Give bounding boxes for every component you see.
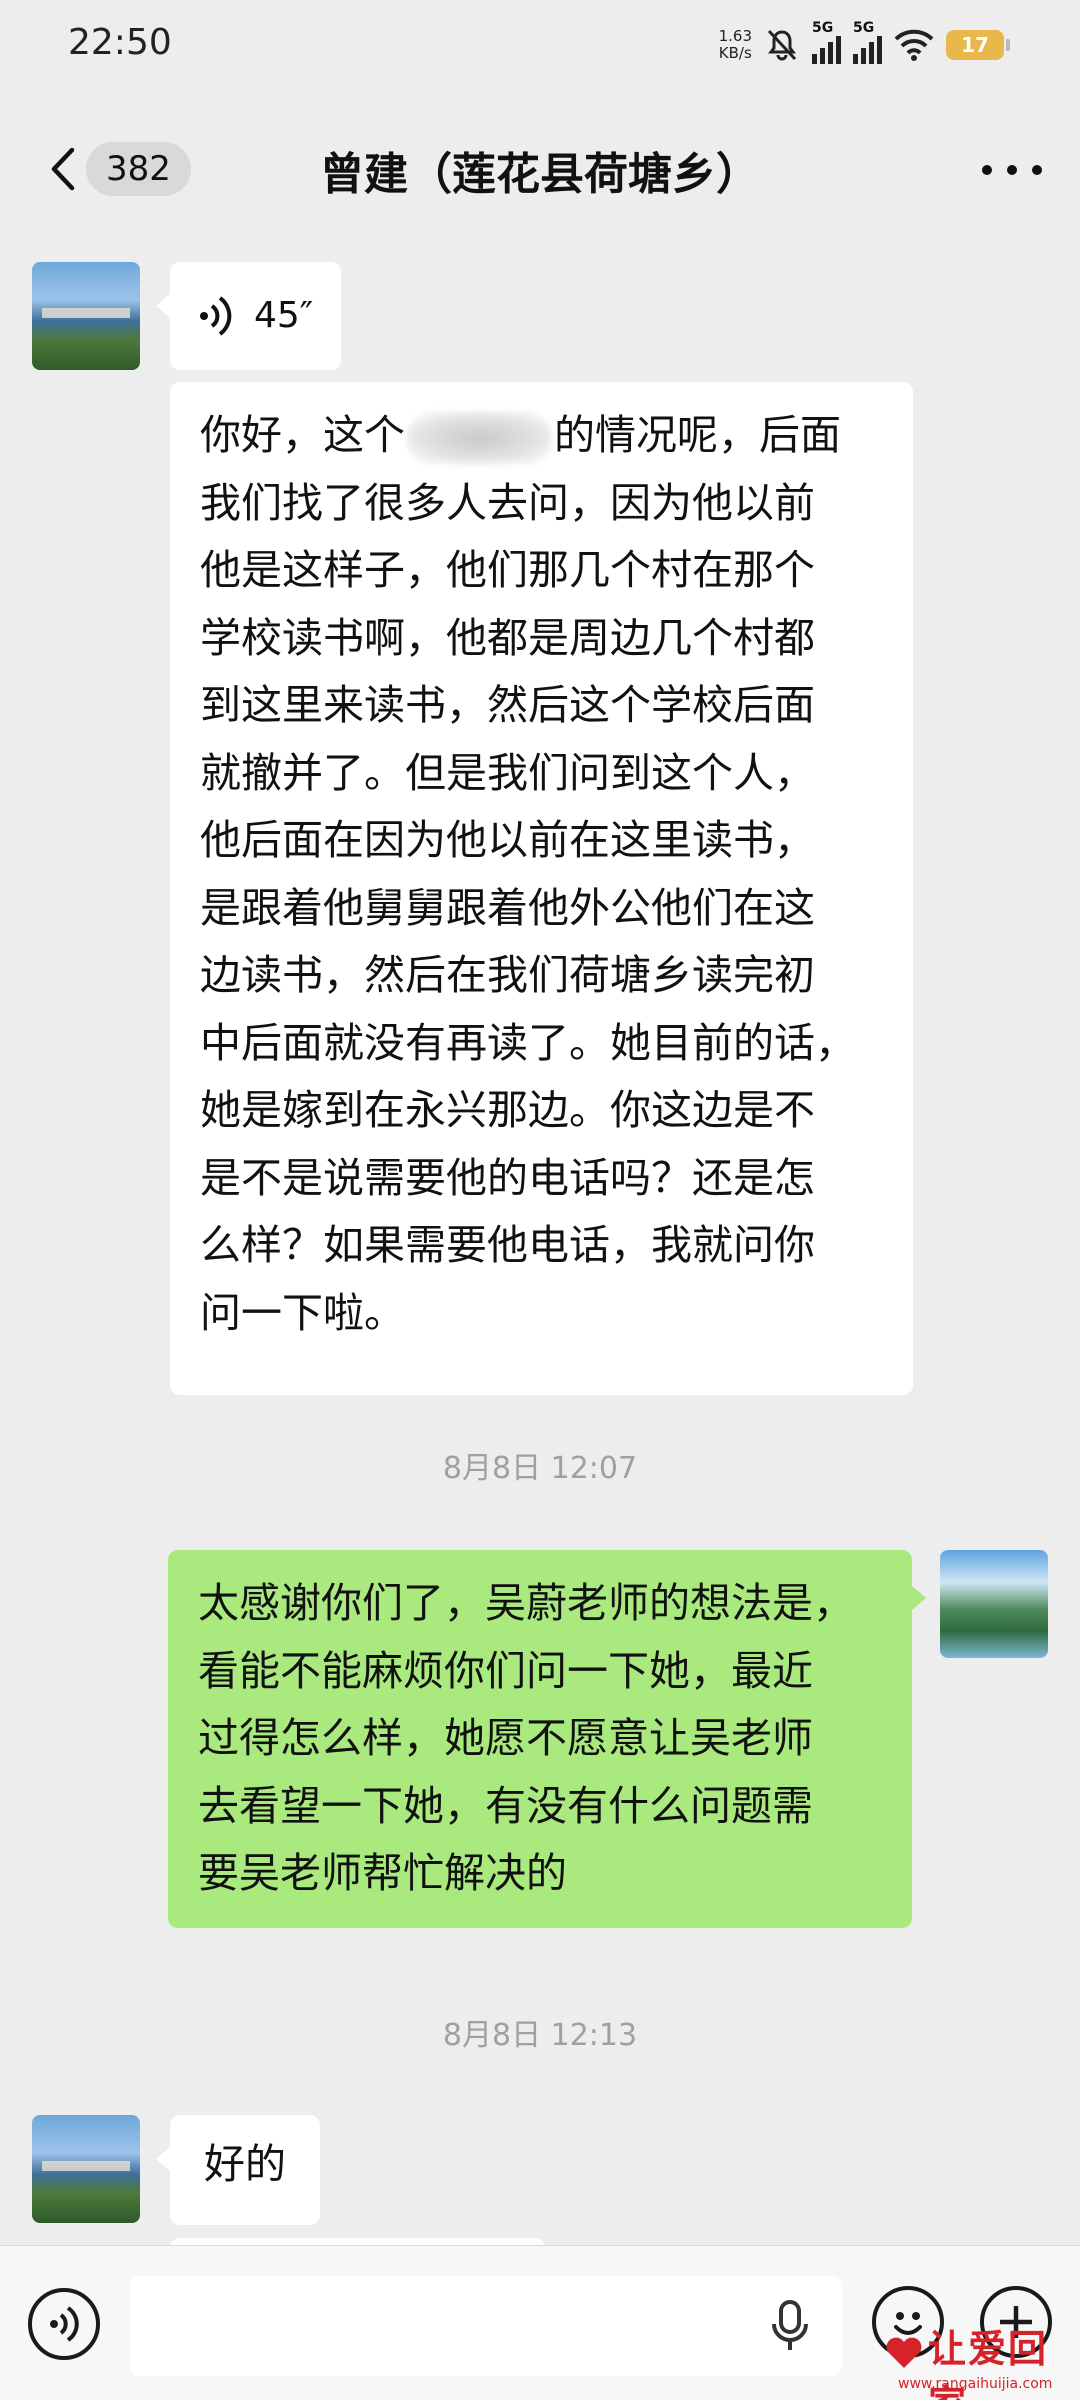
message-line: 到这里来读书，然后这个学校后面 bbox=[200, 681, 815, 729]
network-speed: 1.63 KB/s bbox=[719, 28, 752, 62]
message-line: 太感谢你们了，吴蔚老师的想法是， bbox=[198, 1579, 854, 1627]
message-line: 就撤并了。但是我们问到这个人， bbox=[200, 748, 815, 797]
message-input[interactable] bbox=[130, 2276, 842, 2376]
watermark-url: www.rangaihuijia.com bbox=[898, 2376, 1053, 2392]
redacted-name bbox=[407, 412, 552, 464]
message-line: 要吴老师帮忙解决的 bbox=[198, 1849, 567, 1897]
mute-bell-icon bbox=[767, 29, 797, 61]
message-line: 边读书，然后在我们荷塘乡读完初 bbox=[200, 951, 815, 999]
message-text: 好的 bbox=[204, 2140, 286, 2188]
contact-avatar[interactable] bbox=[32, 262, 140, 370]
voice-duration: 45″ bbox=[254, 295, 314, 337]
battery-icon: 17 bbox=[946, 30, 1010, 60]
message-timestamp: 8月8日 12:07 bbox=[442, 1451, 638, 1486]
message-line: 去看望一下她，有没有什么问题需 bbox=[198, 1781, 813, 1830]
signal-sim1-icon: 5G bbox=[812, 20, 841, 64]
status-bar: 22:50 1.63 KB/s 5G 5G 17 bbox=[0, 0, 1080, 90]
my-avatar[interactable] bbox=[940, 1550, 1048, 1658]
message-line: 过得怎么样，她愿不愿意让吴老师 bbox=[198, 1714, 813, 1762]
chat-title: 曾建（莲花县荷塘乡） bbox=[320, 149, 760, 200]
status-time: 22:50 bbox=[68, 22, 172, 63]
message-text: 你好，这个 bbox=[200, 411, 405, 459]
wifi-icon bbox=[894, 29, 934, 61]
sent-message-bubble[interactable]: 太感谢你们了，吴蔚老师的想法是， 看能不能麻烦你们问一下她，最近 过得怎么样，她… bbox=[168, 1550, 926, 1928]
message-line: 是不是说需要他的电话吗？还是怎 bbox=[200, 1153, 815, 1202]
sim1-label: 5G bbox=[812, 20, 834, 36]
message-line: 他是这样子，他们那几个村在那个 bbox=[200, 546, 815, 594]
message-line: 他后面在因为他以前在这里读书， bbox=[200, 816, 815, 864]
network-speed-unit: KB/s bbox=[718, 44, 752, 62]
partial-message-bubble[interactable] bbox=[170, 2238, 545, 2245]
message-line: 是跟着他舅舅跟着他外公他们在这 bbox=[200, 883, 815, 932]
message-line: 问一下啦。 bbox=[200, 1288, 405, 1337]
text-message-bubble[interactable]: 好的 bbox=[156, 2115, 320, 2225]
watermark-heart-icon bbox=[886, 2337, 922, 2368]
message-line: 中后面就没有再读了。她目前的话， bbox=[200, 1018, 856, 1067]
text-message-bubble[interactable]: 你好，这个 的情况呢，后面 我们找了很多人去问，因为他以前 他是这样子，他们那几个… bbox=[170, 382, 913, 1395]
status-icons: 1.63 KB/s 5G 5G 17 bbox=[719, 20, 1010, 68]
message-line: 学校读书啊，他都是周边几个村都 bbox=[200, 613, 815, 662]
mic-icon[interactable] bbox=[770, 2298, 810, 2354]
voice-toggle-icon bbox=[50, 2306, 79, 2342]
message-list[interactable]: 45″ 你好，这个 的情况呢，后面 我们找了很多人去问，因为他以前 他是这样子，他… bbox=[0, 230, 1080, 2245]
voice-toggle-button[interactable] bbox=[28, 2288, 100, 2360]
network-speed-value: 1.63 bbox=[718, 27, 752, 45]
sim2-label: 5G bbox=[853, 20, 875, 36]
contact-avatar[interactable] bbox=[32, 2115, 140, 2223]
message-timestamp: 8月8日 12:13 bbox=[442, 2018, 638, 2053]
more-icon[interactable] bbox=[982, 160, 1042, 180]
voice-message-bubble[interactable]: 45″ bbox=[155, 262, 342, 370]
message-line: 她是嫁到在永兴那边。你这边是不 bbox=[200, 1086, 815, 1134]
message-line: 你好，这个 的情况呢，后面 bbox=[200, 402, 883, 470]
chat-header: 382 曾建（莲花县荷塘乡） bbox=[0, 110, 1080, 230]
message-line: 么样？如果需要他电话，我就问你 bbox=[200, 1221, 815, 1269]
message-line: 看能不能麻烦你们问一下她，最近 bbox=[198, 1646, 813, 1695]
voice-wave-icon bbox=[200, 296, 232, 336]
message-text: 的情况呢，后面 bbox=[554, 411, 841, 459]
message-line: 我们找了很多人去问，因为他以前 bbox=[200, 478, 815, 527]
signal-sim2-icon: 5G bbox=[853, 20, 882, 64]
